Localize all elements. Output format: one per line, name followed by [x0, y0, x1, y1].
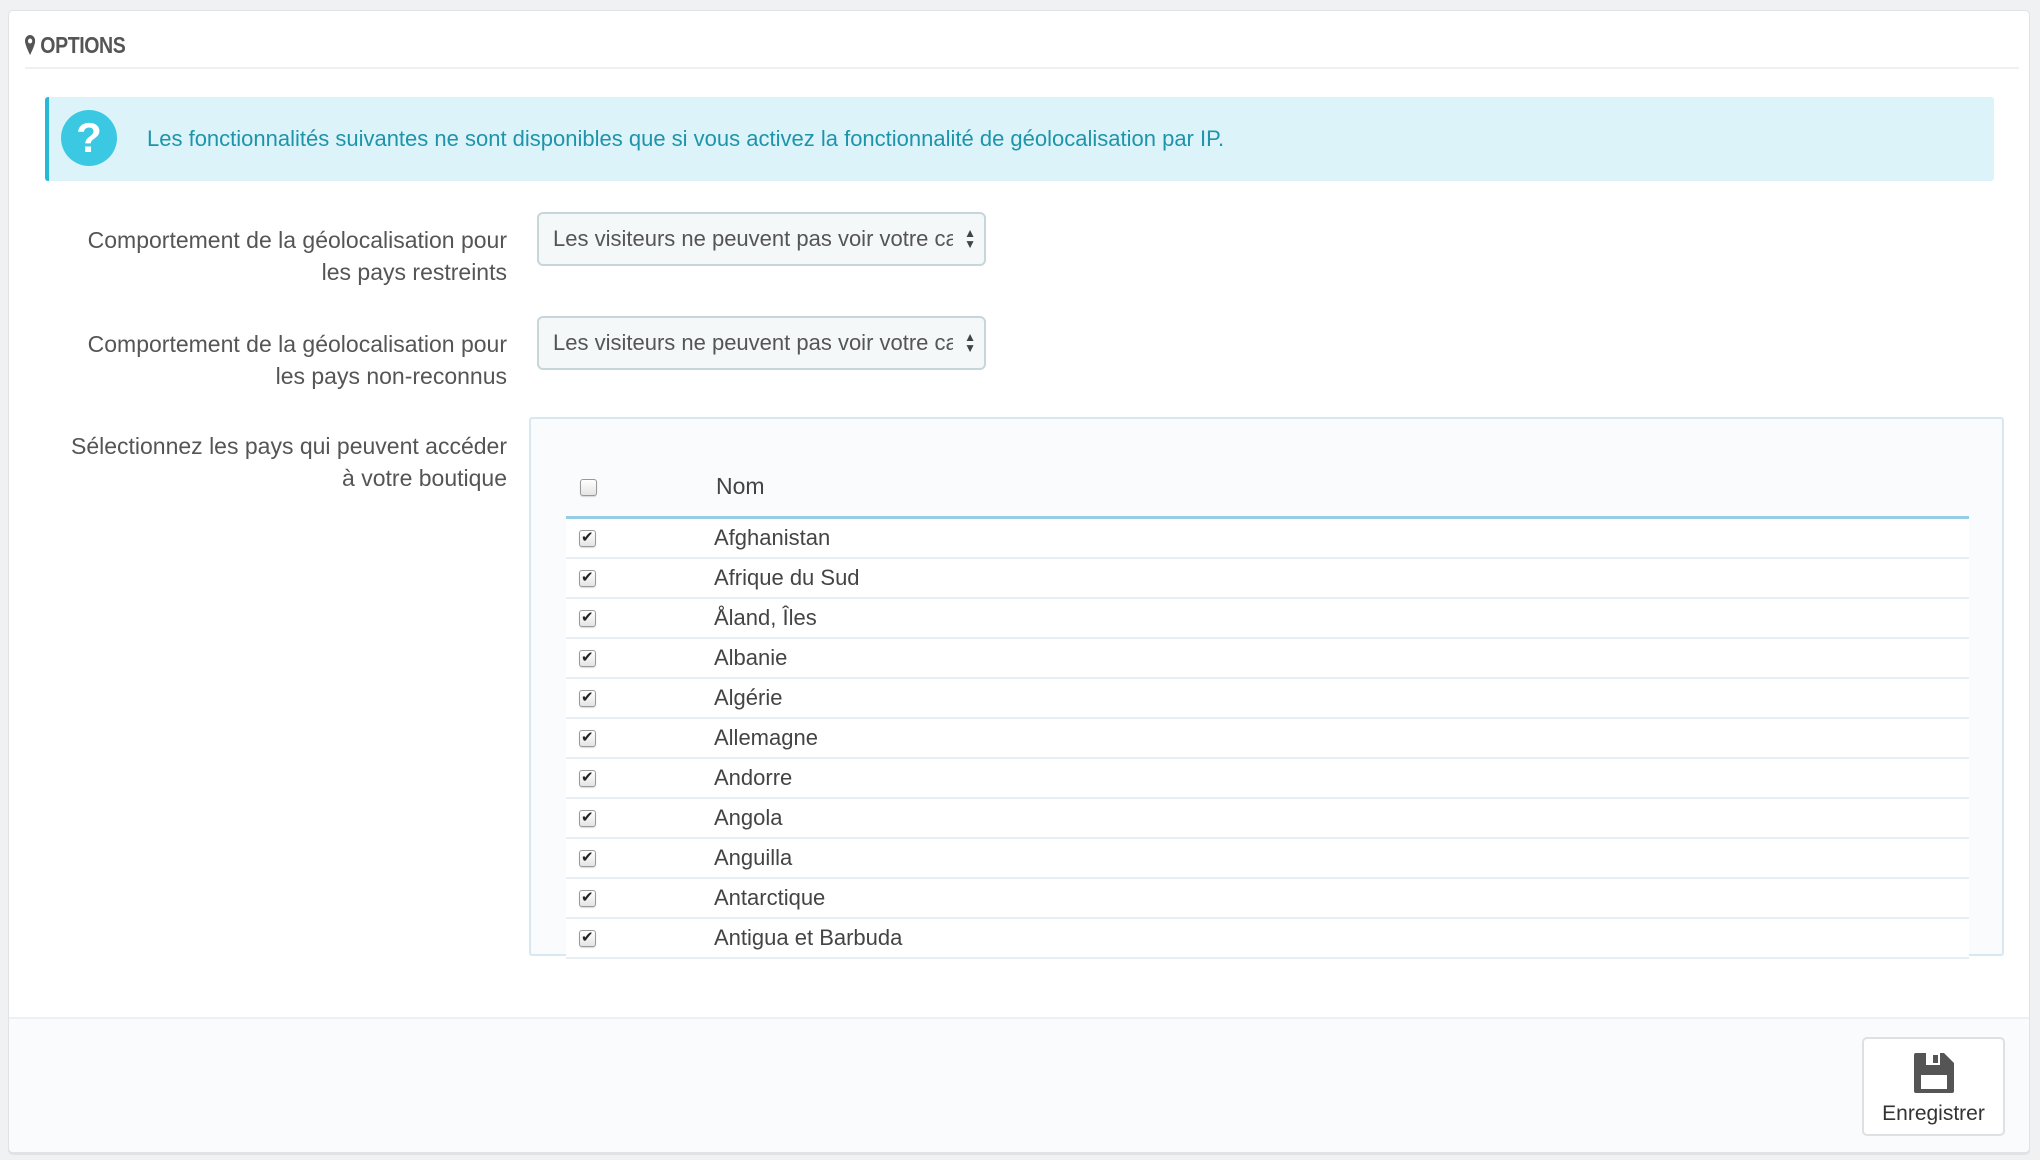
table-row: Antigua et Barbuda [566, 919, 1969, 959]
table-row: Afrique du Sud [566, 559, 1969, 599]
country-checkbox[interactable] [579, 768, 596, 787]
country-checkbox[interactable] [579, 808, 596, 827]
country-name: Anguilla [714, 845, 793, 870]
map-marker-icon [25, 35, 36, 55]
table-row: Afghanistan [566, 519, 1969, 559]
table-row: Algérie [566, 679, 1969, 719]
countries-table: Nom Afghanistan Afrique du Sud Åland, Îles… [529, 417, 2004, 959]
save-button[interactable]: Enregistrer [1862, 1037, 2005, 1136]
select-value: Les visiteurs ne peuvent pas voir votre … [553, 226, 953, 251]
label-line: Sélectionnez les pays qui peuvent accéde… [70, 433, 507, 459]
select-arrows-icon: ▲ ▼ [964, 330, 976, 355]
country-name: Albanie [714, 645, 788, 670]
table-row: Albanie [566, 639, 1969, 679]
allowed-countries-label: Sélectionnez les pays qui peuvent accéde… [7, 430, 507, 494]
select-arrows-icon: ▲ ▼ [964, 226, 976, 251]
country-name: Afghanistan [714, 525, 831, 550]
column-header-name: Nom [716, 473, 765, 499]
unknown-countries-label: Comportement de la géolocalisation pour … [7, 328, 507, 392]
country-checkbox[interactable] [579, 888, 596, 907]
country-name: Antarctique [714, 885, 826, 910]
country-checkbox[interactable] [579, 728, 596, 747]
country-checkbox[interactable] [579, 928, 596, 947]
country-checkbox[interactable] [579, 608, 596, 627]
table-row: Angola [566, 799, 1969, 839]
table-row: Antarctique [566, 879, 1969, 919]
country-name: Allemagne [714, 725, 818, 750]
options-panel: OPTIONS ? Les fonctionnalités suivantes … [8, 10, 2030, 1153]
divider [25, 67, 2019, 69]
label-line: à votre boutique [342, 465, 507, 491]
country-name: Antigua et Barbuda [714, 925, 903, 950]
country-name: Andorre [714, 765, 793, 790]
label-line: les pays restreints [321, 259, 507, 285]
unknown-countries-select[interactable]: Les visiteurs ne peuvent pas voir votre … [537, 316, 986, 370]
panel-footer: Enregistrer [9, 1017, 2029, 1152]
label-line: Comportement de la géolocalisation pour [87, 331, 507, 357]
alert-text: Les fonctionnalités suivantes ne sont di… [147, 126, 1225, 151]
country-name: Algérie [714, 685, 783, 710]
table-row: Allemagne [566, 719, 1969, 759]
table-row: Åland, Îles [566, 599, 1969, 639]
country-checkbox[interactable] [579, 848, 596, 867]
country-checkbox[interactable] [579, 648, 596, 667]
country-name: Angola [714, 805, 783, 830]
table-row: Andorre [566, 759, 1969, 799]
save-label: Enregistrer [1882, 1102, 1985, 1125]
restricted-countries-select[interactable]: Les visiteurs ne peuvent pas voir votre … [537, 212, 986, 266]
panel-title: OPTIONS [40, 31, 126, 58]
country-checkbox[interactable] [579, 528, 596, 547]
country-name: Åland, Îles [714, 605, 817, 630]
table-row: Anguilla [566, 839, 1969, 879]
floppy-disk-icon [1913, 1053, 1954, 1093]
country-checkbox[interactable] [579, 568, 596, 587]
select-all-checkbox[interactable] [580, 479, 597, 496]
table-header: Nom [566, 419, 1969, 519]
panel-heading: OPTIONS [25, 25, 126, 65]
label-line: Comportement de la géolocalisation pour [87, 227, 507, 253]
info-alert: ? Les fonctionnalités suivantes ne sont … [45, 97, 1994, 181]
question-circle-icon: ? [61, 110, 117, 166]
label-line: les pays non-reconnus [275, 363, 507, 389]
restricted-countries-label: Comportement de la géolocalisation pour … [7, 224, 507, 288]
country-checkbox[interactable] [579, 688, 596, 707]
country-name: Afrique du Sud [714, 565, 860, 590]
select-value: Les visiteurs ne peuvent pas voir votre … [553, 330, 953, 355]
table-body: Afghanistan Afrique du Sud Åland, Îles Alba… [566, 519, 1969, 959]
